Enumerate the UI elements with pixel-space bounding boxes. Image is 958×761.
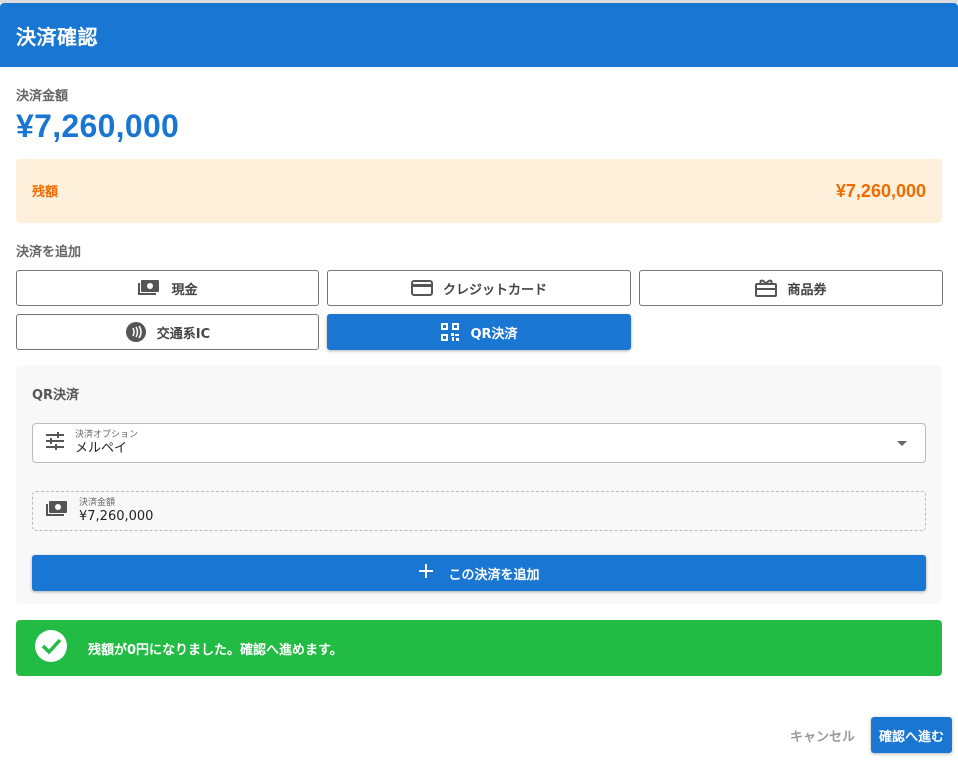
method-label: QR決済 — [470, 326, 518, 342]
field-label: 決済オプション — [75, 429, 139, 440]
success-banner: 残額が0円になりました。確認へ進めます。 — [16, 620, 942, 676]
dialog-content: 決済金額 ¥7,260,000 残額 ¥7,260,000 決済を追加 現金 ク… — [0, 85, 958, 676]
contactless-icon — [125, 321, 147, 343]
field-value: メルペイ — [75, 440, 128, 456]
add-payment-label: 決済を追加 — [16, 245, 82, 260]
cancel-button[interactable]: キャンセル — [790, 726, 855, 745]
payment-amount-field[interactable]: 決済金額 ¥7,260,000 — [32, 491, 926, 531]
remaining-value: ¥7,260,000 — [835, 180, 926, 201]
tune-icon — [45, 432, 65, 454]
payment-method-list: 現金 クレジットカード 商品券 交通系IC QR決済 — [16, 270, 943, 350]
field-value: ¥7,260,000 — [79, 508, 154, 524]
method-label: 商品券 — [787, 282, 827, 298]
plus-icon — [418, 563, 434, 583]
gift-card-icon — [755, 278, 778, 298]
payment-option-select[interactable]: 決済オプション メルペイ — [32, 423, 926, 463]
remaining-balance-box: 残額 ¥7,260,000 — [16, 159, 942, 223]
field-label: 決済金額 — [79, 497, 116, 508]
method-button-transit-ic[interactable]: 交通系IC — [16, 314, 319, 350]
chevron-down-icon[interactable] — [897, 441, 907, 446]
cash-icon — [45, 499, 69, 523]
remaining-label: 残額 — [32, 184, 59, 200]
method-label: クレジットカード — [442, 282, 547, 298]
qr-code-icon — [440, 322, 460, 342]
method-button-cash[interactable]: 現金 — [16, 270, 319, 306]
dialog-header: 決済確認 — [0, 3, 958, 67]
dialog-title: 決済確認 — [16, 24, 98, 49]
method-button-credit-card[interactable]: クレジットカード — [327, 270, 631, 306]
credit-card-icon — [410, 279, 433, 297]
total-amount-label: 決済金額 — [16, 89, 69, 104]
success-message: 残額が0円になりました。確認へ進めます。 — [88, 642, 343, 658]
cash-icon — [137, 278, 161, 298]
method-label: 交通系IC — [156, 326, 211, 342]
panel-title: QR決済 — [32, 388, 80, 403]
add-payment-button[interactable]: この決済を追加 — [32, 555, 926, 591]
method-label: 現金 — [171, 282, 198, 298]
add-payment-label: この決済を追加 — [448, 567, 540, 583]
dialog-footer: キャンセル 確認へ進む — [790, 717, 952, 753]
method-button-gift-card[interactable]: 商品券 — [639, 270, 943, 306]
confirm-button[interactable]: 確認へ進む — [870, 717, 952, 753]
payment-confirm-dialog: 決済確認 決済金額 ¥7,260,000 残額 ¥7,260,000 決済を追加… — [0, 3, 958, 761]
check-circle-icon — [34, 629, 68, 667]
total-amount-value: ¥7,260,000 — [16, 108, 180, 144]
method-button-qr[interactable]: QR決済 — [327, 314, 631, 350]
qr-payment-panel: QR決済 決済オプション メルペイ 決済金額 ¥7,260,000 この決済を追… — [16, 366, 942, 604]
